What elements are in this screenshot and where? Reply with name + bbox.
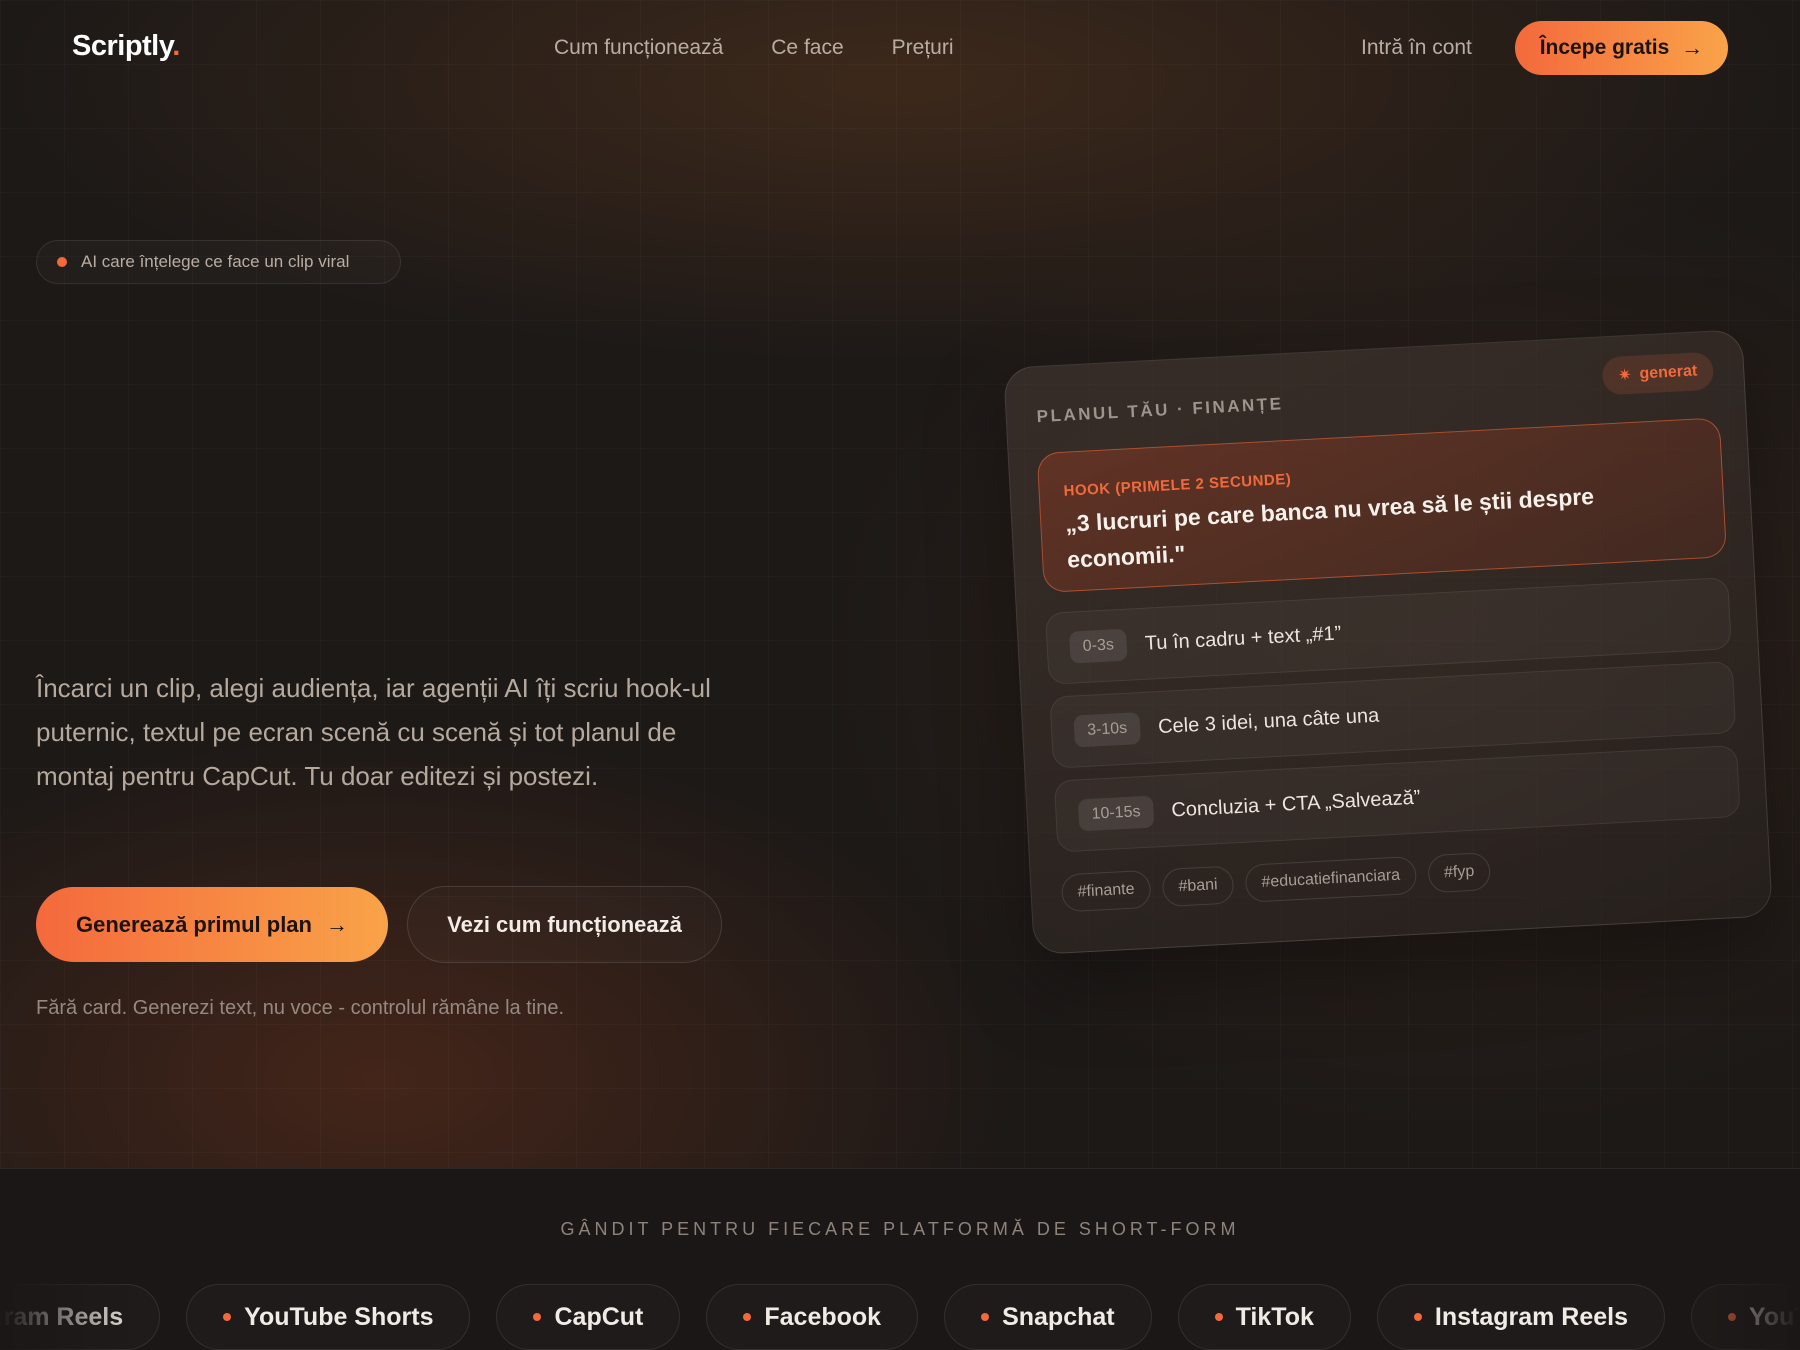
sparkle-icon: ✷ [1617,366,1633,385]
platform-pill: CapCut [496,1284,681,1350]
platform-name: Instagram Reels [0,1302,124,1331]
logo-text: Scriptly [72,30,173,62]
hero-badge: AI care înțelege ce face un clip viral [36,240,401,284]
dot-icon [981,1313,990,1321]
generate-plan-button[interactable]: Generează primul plan → [36,887,388,962]
platform-pill: Instagram Reels [0,1284,161,1350]
platforms-title: GÂNDIT PENTRU FIECARE PLATFORMĂ DE SHORT… [560,1219,1240,1239]
generated-badge: ✷ generat [1601,351,1715,396]
hashtag-list: #finante #bani #educatiefinanciara #fyp [1060,851,1492,913]
nav-links: Cum funcționează Ce face Prețuri [554,36,954,60]
platform-pill: Snapchat [944,1284,1152,1350]
generate-plan-label: Generează primul plan [76,911,312,937]
generated-badge-label: generat [1639,362,1698,383]
platform-name: YouTube Shorts [1749,1302,1800,1331]
platform-pill: TikTok [1177,1284,1351,1350]
scene-time: 0-3s [1069,628,1128,664]
platforms-section: GÂNDIT PENTRU FIECARE PLATFORMĂ DE SHORT… [0,1168,1800,1350]
platform-name: Instagram Reels [1434,1302,1629,1331]
scene-time: 3-10s [1073,712,1142,748]
dot-icon [743,1313,752,1321]
plan-preview-card: PLANUL TĂU · FINANȚE ✷ generat HOOK (PRI… [1003,329,1773,955]
hero-note: Fără card. Generezi text, nu voce - cont… [36,997,565,1019]
platform-pill: YouTube Shorts [186,1284,471,1350]
hero-badge-text: AI care înțelege ce face un clip viral [81,252,350,271]
platform-name: TikTok [1235,1302,1314,1331]
arrow-right-icon: → [325,911,348,937]
hashtag: #bani [1161,865,1235,908]
login-link[interactable]: Intră în cont [1361,36,1472,60]
scene-text: Cele 3 idei, una câte una [1157,704,1380,738]
plan-card-title: PLANUL TĂU · FINANȚE [1036,394,1284,427]
nav-link-how-it-works[interactable]: Cum funcționează [554,36,723,60]
top-nav: Scriptly. Cum funcționează Ce face Prețu… [0,0,1800,96]
hook-box: HOOK (PRIMELE 2 SECUNDE) „3 lucruri pe c… [1036,417,1728,593]
platform-name: CapCut [554,1302,644,1331]
hashtag: #educatiefinanciara [1244,855,1418,903]
start-free-button[interactable]: Începe gratis → [1515,21,1728,75]
logo[interactable]: Scriptly. [72,30,180,63]
platform-pill: Facebook [706,1284,919,1350]
scene-text: Concluzia + CTA „Salvează” [1170,786,1421,822]
dot-icon [223,1313,232,1321]
see-how-it-works-label: Vezi cum funcționează [447,911,682,937]
dot-icon [1728,1313,1737,1321]
scene-time: 10-15s [1077,795,1155,832]
hashtag: #finante [1060,869,1152,913]
platform-name: Snapchat [1002,1302,1115,1331]
platform-name: Facebook [764,1302,882,1331]
logo-dot: . [172,30,180,62]
hashtag: #fyp [1427,851,1492,894]
scene-text: Tu în cadru + text „#1” [1144,621,1342,655]
nav-link-features[interactable]: Ce face [771,36,843,60]
hero-description: Încarci un clip, alegi audiența, iar age… [36,673,711,791]
plan-card-surface: PLANUL TĂU · FINANȚE ✷ generat HOOK (PRI… [1003,329,1773,955]
platform-pill: Instagram Reels [1376,1284,1666,1350]
platform-pill: YouTube Shorts [1691,1284,1800,1350]
dot-icon [1214,1313,1223,1321]
platform-name: YouTube Shorts [244,1302,434,1331]
see-how-it-works-button[interactable]: Vezi cum funcționează [407,886,722,963]
dot-icon [533,1313,542,1321]
start-free-label: Începe gratis [1539,36,1670,59]
platforms-marquee: Instagram Reels YouTube Shorts CapCut Fa… [0,1284,1800,1350]
badge-dot-icon [57,257,67,267]
dot-icon [1413,1313,1422,1321]
nav-link-pricing[interactable]: Prețuri [892,36,954,60]
arrow-right-icon: → [1681,35,1704,60]
